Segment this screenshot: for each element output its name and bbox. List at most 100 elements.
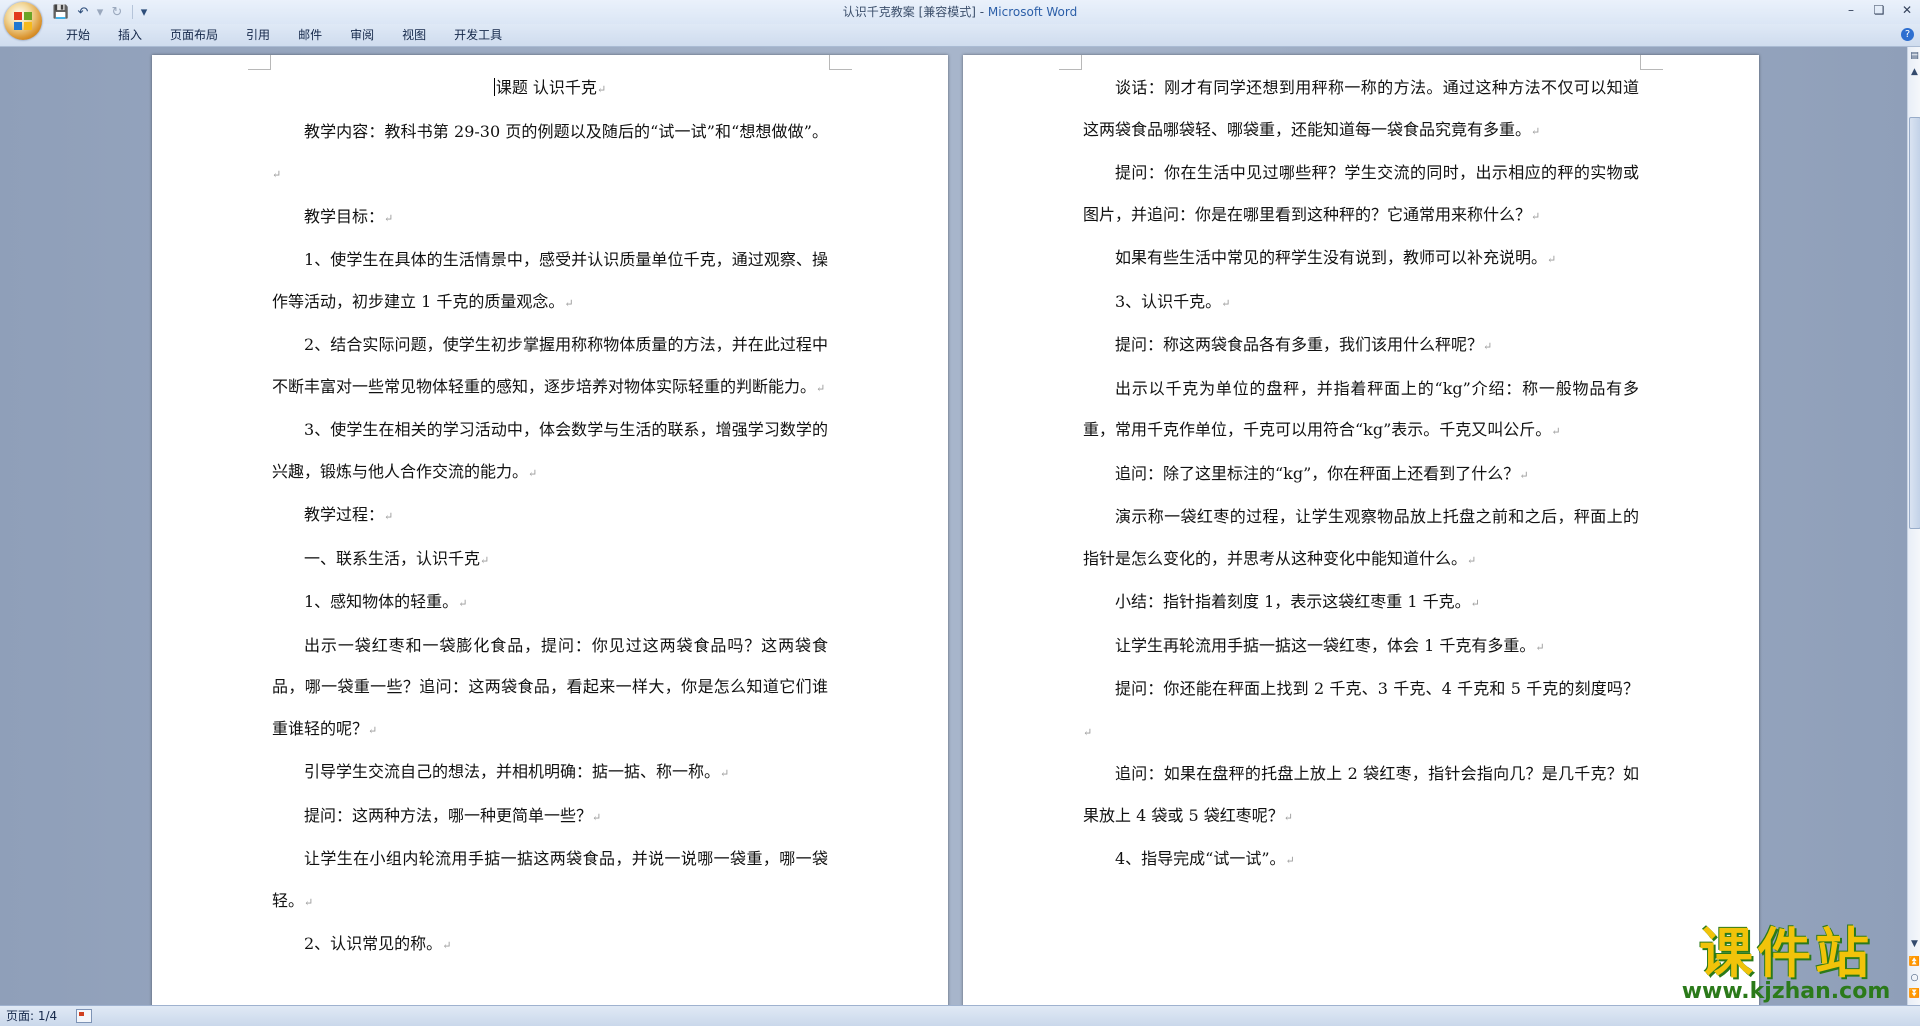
document-paragraph[interactable]: 教学目标：↵ [272, 196, 828, 240]
paragraph-text: 4、指导完成“试一试”。 [1115, 849, 1286, 868]
paragraph-text: 教学过程： [304, 505, 385, 524]
watermark-logo: 课件站 www.kjzhan.com [1666, 921, 1906, 1003]
paragraph-mark-icon: ↵ [272, 168, 282, 181]
document-paragraph[interactable]: 教学内容：教科书第 29-30 页的例题以及随后的“试一试”和“想想做做”。 ↵ [272, 111, 828, 196]
document-paragraph[interactable]: 如果有些生活中常见的秤学生没有说到，教师可以补充说明。↵ [1083, 237, 1639, 281]
ribbon-tab[interactable]: 邮件 [284, 27, 336, 43]
paragraph-text: 教学内容：教科书第 29-30 页的例题以及随后的“试一试”和“想想做做”。 [304, 121, 828, 141]
document-paragraph[interactable]: 出示一袋红枣和一袋膨化食品，提问：你见过这两袋食品吗？这两袋食品，哪一袋重一些？… [272, 625, 828, 752]
paragraph-text: 提问：你还能在秤面上找到 2 千克、3 千克、4 千克和 5 千克的刻度吗？ [1115, 679, 1639, 698]
paragraph-mark-icon: ↵ [1531, 209, 1541, 223]
document-paragraph[interactable]: 2、结合实际问题，使学生初步掌握用称称物体质量的方法，并在此过程中不断丰富对一些… [272, 324, 828, 409]
page-right-body[interactable]: 谈话：刚才有同学还想到用秤称一称的方法。通过这种方法不仅可以知道这两袋食品哪袋轻… [1083, 67, 1639, 882]
paragraph-text: 让学生再轮流用手掂一掂这一袋红枣，体会 1 千克有多重。 [1115, 635, 1536, 655]
document-paragraph[interactable]: 谈话：刚才有同学还想到用秤称一称的方法。通过这种方法不仅可以知道这两袋食品哪袋轻… [1083, 67, 1639, 152]
ribbon-tab[interactable]: 开发工具 [440, 27, 516, 43]
scrollbar-thumb[interactable] [1909, 117, 1920, 529]
paragraph-mark-icon: ↵ [1467, 553, 1477, 567]
page-left-body[interactable]: 课题 认识千克↵ 教学内容：教科书第 29-30 页的例题以及随后的“试一试”和“… [272, 67, 828, 967]
paragraph-mark-icon: ↵ [1083, 725, 1093, 739]
paragraph-text: 1、使学生在具体的生活情景中，感受并认识质量单位千克，通过观察、操作等活动，初步… [272, 250, 828, 311]
paragraph-text: 1、感知物体的轻重。 [304, 592, 459, 611]
page-corner-mark [829, 55, 852, 70]
paragraph-mark-icon: ↵ [304, 895, 314, 909]
page-right[interactable]: 谈话：刚才有同学还想到用秤称一称的方法。通过这种方法不仅可以知道这两袋食品哪袋轻… [963, 55, 1759, 1005]
page-count-status[interactable]: 页面: 1/4 [6, 1008, 57, 1024]
page-left[interactable]: 课题 认识千克↵ 教学内容：教科书第 29-30 页的例题以及随后的“试一试”和“… [152, 55, 948, 1005]
restore-icon[interactable]: ❏ [1872, 2, 1886, 18]
document-paragraph[interactable]: 1、感知物体的轻重。↵ [272, 581, 828, 625]
paragraph-mark-icon: ↵ [592, 810, 602, 824]
ribbon-tab[interactable]: 视图 [388, 27, 440, 43]
document-paragraph[interactable]: 追问：如果在盘秤的托盘上放上 2 袋红枣，指针会指向几？是几千克？如果放上 4 … [1083, 753, 1639, 838]
window-title-doc: 认识千克教案 [兼容模式] - [842, 5, 988, 19]
paragraph-mark-icon: ↵ [1531, 124, 1541, 138]
document-workspace[interactable]: 课题 认识千克↵ 教学内容：教科书第 29-30 页的例题以及随后的“试一试”和“… [0, 47, 1907, 1005]
paragraph-text: 如果有些生活中常见的秤学生没有说到，教师可以补充说明。 [1115, 248, 1548, 267]
document-paragraph[interactable]: 小结：指针指着刻度 1，表示这袋红枣重 1 千克。↵ [1083, 581, 1639, 625]
document-paragraph[interactable]: 教学过程：↵ [272, 494, 828, 538]
previous-page-icon[interactable]: ⏫ [1908, 955, 1920, 969]
ribbon-tab[interactable]: 开始 [52, 27, 104, 43]
ribbon-tab[interactable]: 插入 [104, 27, 156, 43]
document-paragraph[interactable]: 让学生在小组内轮流用手掂一掂这两袋食品，并说一说哪一袋重，哪一袋轻。↵ [272, 838, 828, 923]
paragraph-text: 3、使学生在相关的学习活动中，体会数学与生活的联系，增强学习数学的兴趣，锻炼与他… [272, 420, 828, 481]
paragraph-mark-icon: ↵ [720, 767, 730, 780]
document-paragraph[interactable]: 3、认识千克。↵ [1083, 281, 1639, 325]
ribbon-tab[interactable]: 引用 [232, 27, 284, 43]
ribbon-tab[interactable]: 审阅 [336, 27, 388, 43]
paragraph-mark-icon: ↵ [1470, 597, 1480, 610]
paragraph-mark-icon: ↵ [1285, 854, 1295, 867]
document-paragraph[interactable]: 引导学生交流自己的想法，并相机明确：掂一掂、称一称。↵ [272, 751, 828, 795]
document-paragraph[interactable]: 让学生再轮流用手掂一掂这一袋红枣，体会 1 千克有多重。↵ [1083, 625, 1639, 669]
help-icon[interactable]: ? [1901, 28, 1914, 41]
ribbon-tabs: 开始 插入 页面布局 引用 邮件 审阅 视图 开发工具 [52, 27, 516, 43]
vertical-scrollbar[interactable]: ▤ ▲ ▼ ⏫ ○ ⏬ [1907, 47, 1920, 1005]
proofing-status-icon[interactable] [76, 1009, 92, 1023]
paragraph-mark-icon: ↵ [528, 466, 538, 480]
ribbon-tab[interactable]: 页面布局 [156, 27, 232, 43]
close-icon[interactable]: ✕ [1900, 2, 1914, 18]
ruler-toggle-icon[interactable]: ▤ [1908, 49, 1920, 63]
paragraph-text: 小结：指针指着刻度 1，表示这袋红枣重 1 千克。 [1115, 592, 1471, 611]
ribbon-tabs-bar: 开始 插入 页面布局 引用 邮件 审阅 视图 开发工具 ? [0, 24, 1920, 47]
page-corner-mark [248, 55, 271, 70]
scroll-down-icon[interactable]: ▼ [1908, 937, 1920, 951]
office-button[interactable] [4, 2, 42, 40]
document-paragraph[interactable]: 出示以千克为单位的盘秤，并指着秤面上的“kg”介绍：称一般物品有多重，常用千克作… [1083, 368, 1639, 453]
paragraph-text: 谈话：刚才有同学还想到用秤称一称的方法。通过这种方法不仅可以知道这两袋食品哪袋轻… [1083, 78, 1639, 139]
next-page-icon[interactable]: ⏬ [1908, 987, 1920, 1001]
paragraph-text: 引导学生交流自己的想法，并相机明确：掂一掂、称一称。 [304, 762, 721, 781]
paragraph-mark-icon: ↵ [384, 211, 394, 225]
paragraph-text: 2、认识常见的称。 [304, 934, 443, 953]
paragraph-mark-icon: ↵ [458, 597, 468, 610]
document-paragraph[interactable]: 4、指导完成“试一试”。↵ [1083, 838, 1639, 882]
document-paragraph[interactable]: 提问：称这两袋食品各有多重，我们该用什么秤呢？↵ [1083, 324, 1639, 368]
document-paragraph[interactable]: 3、使学生在相关的学习活动中，体会数学与生活的联系，增强学习数学的兴趣，锻炼与他… [272, 409, 828, 494]
document-title[interactable]: 课题 认识千克↵ [272, 67, 828, 111]
paragraph-text: 让学生在小组内轮流用手掂一掂这两袋食品，并说一说哪一袋重，哪一袋轻。 [272, 849, 828, 910]
document-paragraph[interactable]: 追问：除了这里标注的“kg”，你在秤面上还看到了什么？↵ [1083, 453, 1639, 497]
document-paragraph[interactable]: 提问：你还能在秤面上找到 2 千克、3 千克、4 千克和 5 千克的刻度吗？ ↵ [1083, 668, 1639, 753]
paragraph-text: 教学目标： [304, 206, 385, 226]
paragraph-mark-icon: ↵ [442, 939, 452, 952]
browse-object-icon[interactable]: ○ [1908, 971, 1920, 985]
scroll-up-icon[interactable]: ▲ [1908, 65, 1920, 79]
paragraph-text: 演示称一袋红枣的过程，让学生观察物品放上托盘之前和之后，秤面上的指针是怎么变化的… [1083, 507, 1639, 568]
watermark-main: 课件站 [1699, 921, 1873, 985]
document-paragraph[interactable]: 提问：你在生活中见过哪些秤？学生交流的同时，出示相应的秤的实物或图片，并追问：你… [1083, 152, 1639, 237]
document-paragraph[interactable]: 提问：这两种方法，哪一种更简单一些？↵ [272, 795, 828, 839]
document-paragraph[interactable]: 演示称一袋红枣的过程，让学生观察物品放上托盘之前和之后，秤面上的指针是怎么变化的… [1083, 496, 1639, 581]
paragraph-text: 提问：这两种方法，哪一种更简单一些？ [304, 805, 593, 825]
document-paragraph[interactable]: 1、使学生在具体的生活情景中，感受并认识质量单位千克，通过观察、操作等活动，初步… [272, 239, 828, 324]
paragraph-text: 追问：除了这里标注的“kg”，你在秤面上还看到了什么？ [1115, 463, 1520, 483]
paragraph-mark-icon: ↵ [480, 553, 490, 567]
paragraph-mark-icon: ↵ [1483, 340, 1493, 353]
paragraph-mark-icon: ↵ [1547, 253, 1557, 266]
paragraph-text: 提问：称这两袋食品各有多重，我们该用什么秤呢？ [1115, 335, 1484, 354]
document-paragraph[interactable]: 一、联系生活，认识千克↵ [272, 538, 828, 582]
minimize-icon[interactable]: – [1844, 2, 1858, 18]
document-paragraph[interactable]: 2、认识常见的称。↵ [272, 923, 828, 967]
paragraph-mark-icon: ↵ [384, 510, 394, 523]
paragraph-text: 一、联系生活，认识千克 [304, 548, 481, 568]
